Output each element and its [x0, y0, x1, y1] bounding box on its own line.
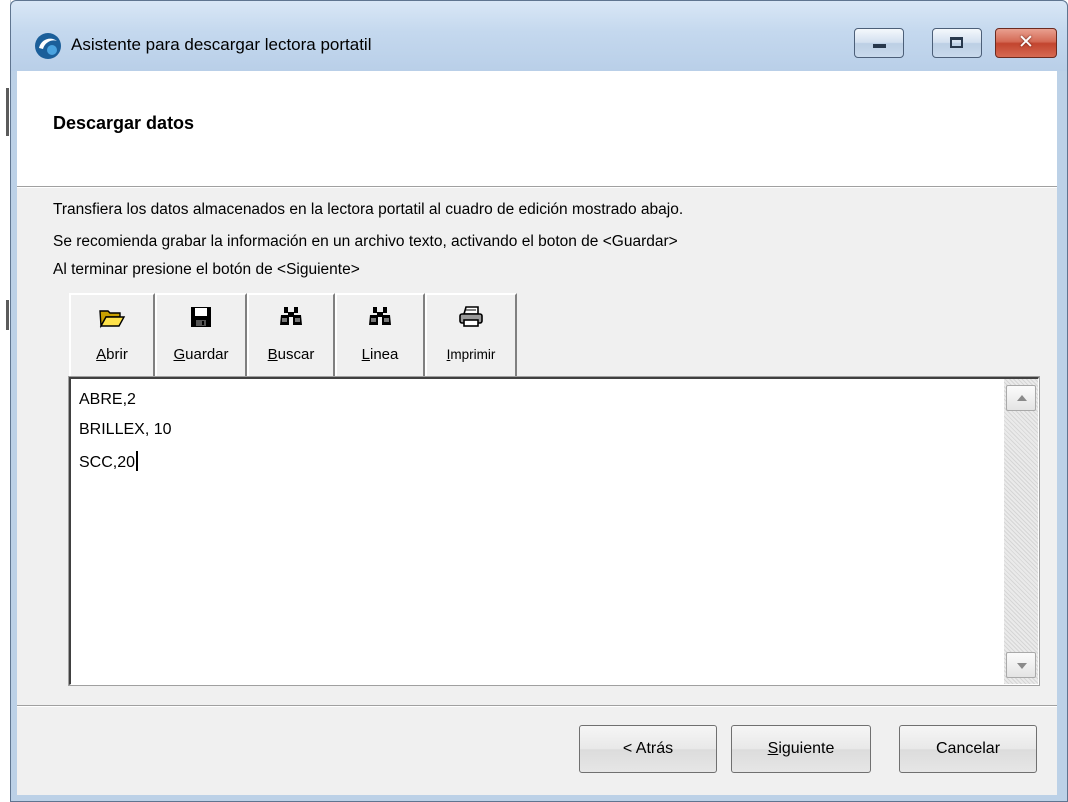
next-button[interactable]: Siguiente — [731, 725, 871, 773]
background-window-edge — [6, 88, 9, 136]
editor-line: ABRE,2 — [79, 391, 136, 408]
text-caret — [136, 451, 139, 471]
binoculars-icon — [280, 307, 302, 325]
search-button-mnemonic: B — [267, 346, 278, 363]
window-title: Asistente para descargar lectora portati… — [71, 35, 372, 54]
wizard-header: Descargar datos — [17, 71, 1057, 186]
print-button-label: mprimir — [450, 347, 496, 362]
cancel-button[interactable]: Cancelar — [899, 725, 1037, 773]
data-editor-textarea[interactable]: ABRE,2 BRILLEX, 10 SCC,20 — [68, 376, 1040, 686]
save-button-mnemonic: G — [173, 346, 186, 363]
save-button[interactable]: Guardar — [155, 293, 247, 379]
save-button-label: uardar — [185, 346, 229, 363]
search-button-label: uscar — [277, 346, 315, 363]
floppy-disk-icon — [191, 307, 211, 327]
binoculars-icon — [369, 307, 391, 325]
close-button[interactable]: ✕ — [995, 28, 1057, 58]
title-bar[interactable]: Asistente para descargar lectora portati… — [11, 1, 1067, 71]
wizard-client-area: Descargar datos Transfiera los datos alm… — [17, 71, 1057, 795]
open-button[interactable]: Abrir — [69, 293, 155, 379]
open-button-label: brir — [106, 346, 128, 363]
close-icon: ✕ — [1018, 31, 1034, 53]
minimize-icon — [873, 44, 886, 48]
instruction-line-2: Se recomienda grabar la información en u… — [53, 233, 678, 250]
wizard-window: Asistente para descargar lectora portati… — [10, 0, 1068, 802]
next-button-mnemonic: S — [767, 740, 779, 757]
back-button[interactable]: < Atrás — [579, 725, 717, 773]
footer-divider — [17, 705, 1057, 707]
editor-line: BRILLEX, 10 — [79, 421, 172, 438]
go-to-line-button[interactable]: Linea — [335, 293, 425, 379]
search-button[interactable]: Buscar — [247, 293, 335, 379]
minimize-button[interactable] — [854, 28, 904, 58]
chevron-down-icon — [1017, 663, 1027, 669]
open-folder-icon — [99, 310, 126, 329]
scroll-down-button[interactable] — [1006, 652, 1036, 678]
maximize-button[interactable] — [932, 28, 982, 58]
editor-line-text: SCC,20 — [79, 454, 136, 471]
vertical-scrollbar[interactable] — [1004, 379, 1038, 684]
open-button-mnemonic: A — [96, 346, 107, 363]
chevron-up-icon — [1017, 395, 1027, 401]
maximize-icon — [950, 37, 963, 48]
printer-icon — [459, 306, 483, 327]
go-to-line-button-mnemonic: L — [361, 346, 370, 363]
scroll-up-button[interactable] — [1006, 385, 1036, 411]
page-title: Descargar datos — [53, 113, 195, 133]
instruction-line-3: Al terminar presione el botón de <Siguie… — [53, 261, 360, 278]
print-button[interactable]: Imprimir — [425, 293, 517, 379]
editor-line: SCC,20 — [79, 451, 139, 472]
instruction-line-1: Transfiera los datos almacenados en la l… — [53, 201, 684, 218]
go-to-line-button-label: inea — [369, 346, 399, 363]
background-window-edge — [6, 300, 9, 330]
app-icon — [35, 33, 61, 59]
next-button-label: iguiente — [778, 740, 835, 757]
header-divider — [17, 186, 1057, 188]
